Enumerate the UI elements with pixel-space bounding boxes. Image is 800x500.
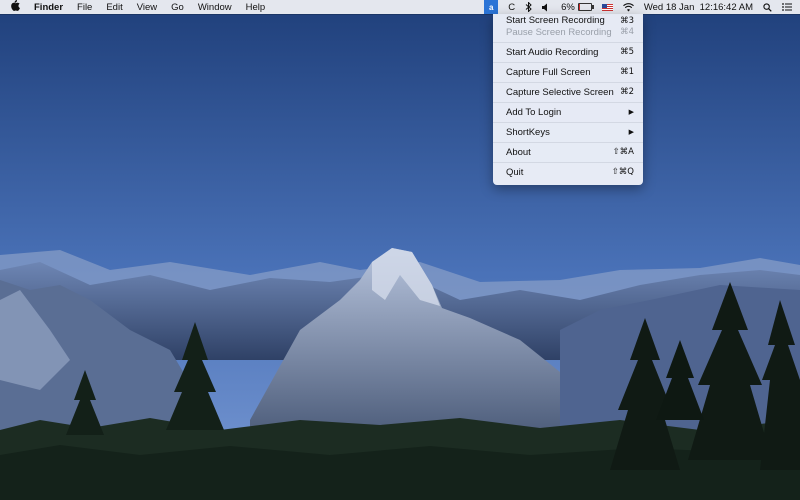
menu-item-shortcut: ⌘4 [620,27,634,37]
menu-item-shortcut: ⌘3 [620,16,634,26]
menu-item-about[interactable]: About ⇧⌘A [493,143,643,163]
menu-item-label: Capture Full Screen [506,67,591,78]
menu-item-start-audio-recording[interactable]: Start Audio Recording ⌘5 [493,43,643,63]
menu-bar: Finder File Edit View Go Window Help a C… [0,0,800,14]
clock-datetime[interactable]: Wed 18 Jan 12:16:42 AM [644,2,753,13]
us-flag-input-icon[interactable] [601,3,613,11]
notification-center-icon[interactable] [782,3,792,11]
battery-level [578,4,581,10]
menu-item-label: Pause Screen Recording [506,27,612,38]
menu-item-label: Start Audio Recording [506,47,599,58]
menu-item-add-to-login[interactable]: Add To Login ▶ [493,103,643,123]
menu-item-label: Capture Selective Screen [506,87,614,98]
wallpaper-yosemite [0,0,800,500]
menu-view[interactable]: View [137,2,157,13]
menu-window[interactable]: Window [198,2,232,13]
menu-item-capture-selective-screen[interactable]: Capture Selective Screen ⌘2 [493,83,643,103]
menu-item-label: Start Screen Recording [506,15,605,26]
menu-item-pause-screen-recording[interactable]: Pause Screen Recording ⌘4 [493,27,643,43]
screen-recorder-icon[interactable]: a [484,0,499,14]
volume-icon[interactable] [542,3,551,12]
submenu-arrow-icon: ▶ [628,109,634,116]
menu-item-shortcut: ⌘5 [620,47,634,57]
menu-bar-status: a C 6% Wed 18 Jan 12:16:42 AM [484,0,792,14]
menu-item-capture-full-screen[interactable]: Capture Full Screen ⌘1 [493,63,643,83]
menu-item-shortcut: ⌘2 [620,87,634,97]
menu-bar-left: Finder File Edit View Go Window Help [10,0,279,14]
menu-item-start-screen-recording[interactable]: Start Screen Recording ⌘3 [493,15,643,27]
menu-item-shortcut: ⇧⌘A [612,147,634,157]
menu-item-shortcut: ⇧⌘Q [611,167,634,177]
c-status-item[interactable]: C [508,2,515,13]
menu-go[interactable]: Go [171,2,184,13]
battery-status[interactable]: 6% [561,1,594,13]
battery-percent: 6% [561,1,575,13]
battery-icon [577,3,594,11]
wifi-icon[interactable] [622,2,634,12]
desktop: Finder File Edit View Go Window Help a C… [0,0,800,500]
menu-item-label: About [506,147,531,158]
menu-item-shortcut: ⌘1 [620,67,634,77]
menu-item-shortkeys[interactable]: ShortKeys ▶ [493,123,643,143]
menu-item-label: Quit [506,167,524,178]
spotlight-search-icon[interactable] [763,2,772,12]
apple-icon[interactable] [10,0,20,14]
menu-item-label: ShortKeys [506,127,550,138]
menu-edit[interactable]: Edit [106,2,122,13]
submenu-arrow-icon: ▶ [628,129,634,136]
menu-item-quit[interactable]: Quit ⇧⌘Q [493,163,643,182]
app-menu-finder[interactable]: Finder [34,2,63,13]
screen-recorder-menu: Start Screen Recording ⌘3 Pause Screen R… [493,14,643,185]
bluetooth-icon[interactable] [525,2,532,12]
menu-help[interactable]: Help [246,2,266,13]
menu-file[interactable]: File [77,2,92,13]
menu-item-label: Add To Login [506,107,562,118]
